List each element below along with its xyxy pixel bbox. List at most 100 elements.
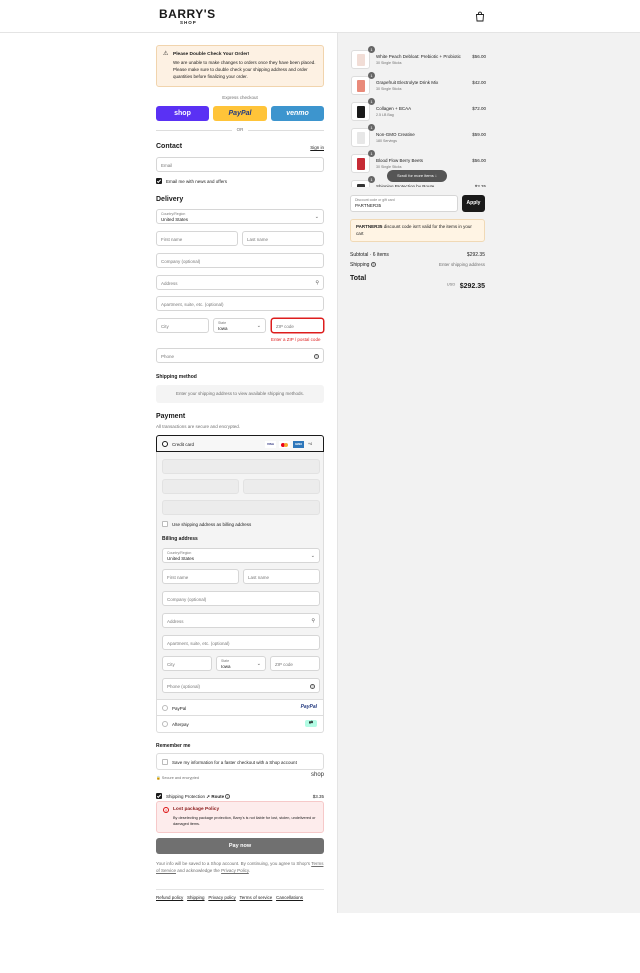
- news-checkbox[interactable]: [156, 178, 162, 184]
- state-value: Iowa: [218, 326, 228, 331]
- first-name-input[interactable]: First name: [156, 231, 238, 246]
- privacy-policy-link[interactable]: Privacy policy: [208, 895, 236, 900]
- zip-error-message: Enter a ZIP / postal code: [271, 337, 321, 342]
- billing-phone-placeholder: Phone (optional): [167, 684, 201, 689]
- billing-country-select[interactable]: Country/Region United States ⌄: [162, 548, 320, 563]
- billing-zip-input[interactable]: ZIP code: [270, 656, 320, 671]
- billing-state-select[interactable]: State Iowa ⌄: [216, 656, 266, 671]
- afterpay-radio[interactable]: [162, 721, 168, 727]
- card-number-field[interactable]: [162, 459, 320, 474]
- company-input[interactable]: Company (optional): [156, 253, 324, 268]
- chevron-down-icon: ⌄: [256, 661, 261, 667]
- credit-card-option[interactable]: Credit card VISA AMEX +4: [156, 435, 324, 452]
- alert-circle-icon: !: [163, 807, 169, 813]
- remember-me-heading: Remember me: [156, 743, 191, 749]
- cancellations-link[interactable]: Cancellations: [276, 895, 303, 900]
- route-arrow-icon: ➚: [206, 794, 211, 799]
- address-input[interactable]: Address ⚲: [156, 275, 324, 290]
- shopping-bag-icon[interactable]: [475, 11, 485, 22]
- quantity-badge: 1: [368, 46, 375, 53]
- help-circle-icon[interactable]: ?: [310, 684, 315, 689]
- more-cards-badge: +4: [308, 442, 312, 446]
- shipping-policy-link[interactable]: Shipping: [187, 895, 205, 900]
- billing-apartment-input[interactable]: Apartment, suite, etc. (optional): [162, 635, 320, 650]
- billing-phone-input[interactable]: Phone (optional) ?: [162, 678, 320, 693]
- product-price: $3.35: [474, 184, 486, 187]
- email-input[interactable]: Email: [156, 157, 324, 172]
- terms-of-service-link[interactable]: Terms of service: [240, 895, 273, 900]
- discount-error-banner: PARTNER35 discount code isn't valid for …: [350, 219, 485, 242]
- billing-first-name-input[interactable]: First name: [162, 569, 239, 584]
- apartment-input[interactable]: Apartment, suite, etc. (optional): [156, 296, 324, 311]
- product-image: [357, 158, 365, 170]
- billing-company-input[interactable]: Company (optional): [162, 591, 320, 606]
- secure-note-label: Secure and encrypted: [161, 776, 199, 780]
- card-expiry-field[interactable]: [162, 479, 239, 494]
- phone-input[interactable]: Phone ?: [156, 348, 324, 363]
- refund-policy-link[interactable]: Refund policy: [156, 895, 183, 900]
- save-info-box[interactable]: Save my information for a faster checkou…: [156, 753, 324, 770]
- product-thumbnail: [351, 50, 370, 69]
- credit-card-label: Credit card: [172, 442, 195, 447]
- shop-privacy-link[interactable]: Privacy Policy: [221, 868, 249, 873]
- barrys-logo[interactable]: BARRY'S SHOP: [159, 8, 216, 26]
- product-variant: 2.5 LB Bag: [376, 113, 394, 117]
- billing-country-value: United States: [167, 556, 195, 561]
- apply-discount-button[interactable]: Apply: [462, 195, 485, 212]
- chevron-down-icon: ⌄: [256, 323, 261, 329]
- product-name: Non-GMO Creatine: [376, 132, 415, 137]
- paypal-radio[interactable]: [162, 705, 168, 711]
- scroll-hint-pill[interactable]: Scroll for more items ↓: [387, 170, 447, 182]
- product-price: $59.00: [472, 132, 486, 137]
- venmo-button[interactable]: venmo: [271, 106, 324, 121]
- discount-code-input[interactable]: Discount code or gift card PARTNER35: [350, 195, 458, 212]
- paypal-button[interactable]: PayPal: [213, 106, 267, 121]
- billing-first-name-placeholder: First name: [167, 575, 189, 580]
- shipping-protection-checkbox[interactable]: [156, 793, 162, 799]
- shop-legal-text: Your info will be saved to a Shop accoun…: [156, 860, 324, 874]
- product-name: White Peach Debloat: Prebiotic + Probiot…: [376, 54, 461, 59]
- save-info-checkbox[interactable]: [162, 759, 168, 765]
- help-circle-icon[interactable]: ?: [314, 354, 319, 359]
- zip-input[interactable]: ZIP code: [271, 318, 324, 333]
- amex-icon: AMEX: [293, 441, 304, 448]
- quantity-badge: 1: [368, 98, 375, 105]
- card-fields-panel: Use shipping address as billing address …: [156, 452, 324, 700]
- billing-city-input[interactable]: City: [162, 656, 212, 671]
- subtotal-value: $292.35: [466, 252, 485, 258]
- mastercard-icon: [279, 441, 290, 448]
- last-name-input[interactable]: Last name: [242, 231, 324, 246]
- last-name-placeholder: Last name: [247, 237, 269, 242]
- billing-state-label: State: [221, 659, 230, 663]
- divider-line: [156, 130, 232, 131]
- state-select[interactable]: State Iowa ⌄: [213, 318, 266, 333]
- card-name-field[interactable]: [162, 500, 320, 515]
- billing-last-name-input[interactable]: Last name: [243, 569, 320, 584]
- chevron-down-icon: ⌄: [310, 553, 315, 559]
- city-input[interactable]: City: [156, 318, 209, 333]
- notice-title: Please Double Check Your Order!: [173, 52, 250, 57]
- shipping-protection-price: $3.35: [312, 794, 324, 799]
- paypal-option-label: PayPal: [172, 706, 187, 711]
- info-circle-icon[interactable]: i: [225, 794, 231, 800]
- help-circle-icon[interactable]: ?: [370, 262, 376, 268]
- discount-error-code: PARTNER35: [356, 224, 383, 229]
- paypal-option[interactable]: PayPal PayPal: [156, 700, 324, 716]
- afterpay-option[interactable]: Afterpay ⇄: [156, 716, 324, 733]
- product-image: [357, 132, 365, 144]
- site-header: BARRY'S SHOP: [0, 0, 640, 33]
- save-info-label: Save my information for a faster checkou…: [172, 760, 297, 765]
- shop-pay-button[interactable]: shop: [156, 106, 209, 121]
- product-thumbnail: [351, 102, 370, 121]
- lost-package-banner: ! Lost package Policy By deselecting pac…: [156, 801, 324, 833]
- pay-now-button[interactable]: Pay now: [156, 838, 324, 854]
- billing-state-value: Iowa: [221, 664, 231, 669]
- cart-item-list[interactable]: 1 White Peach Debloat: Prebiotic + Probio…: [338, 42, 640, 187]
- billing-same-checkbox[interactable]: [162, 521, 168, 527]
- cart-item: 1 White Peach Debloat: Prebiotic + Probio…: [338, 46, 640, 72]
- billing-address-input[interactable]: Address ⚲: [162, 613, 320, 628]
- credit-card-radio[interactable]: [162, 441, 168, 447]
- card-cvv-field[interactable]: [243, 479, 320, 494]
- sign-in-link[interactable]: Sign in: [310, 145, 324, 150]
- country-select[interactable]: Country/Region United States ⌄: [156, 209, 324, 224]
